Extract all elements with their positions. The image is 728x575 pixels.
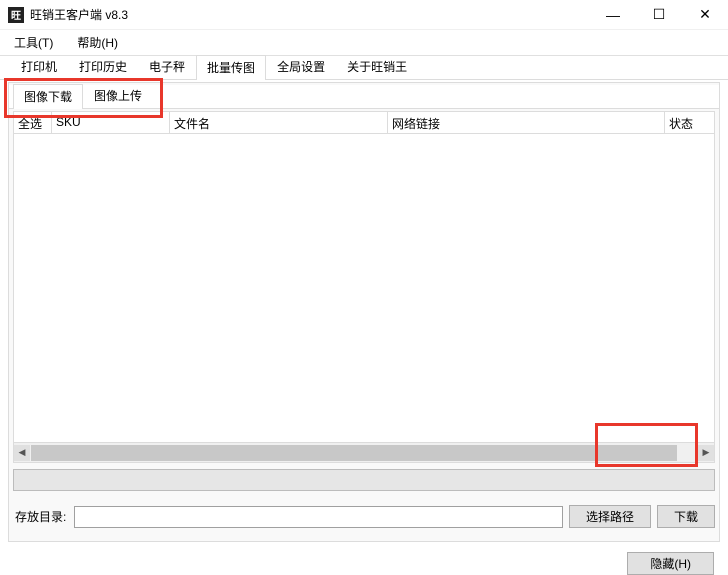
tab-global-settings[interactable]: 全局设置 — [266, 54, 336, 79]
image-table-panel: 全选 SKU 文件名 网络链接 状态 ◀ ▶ — [13, 111, 715, 463]
tab-print-history[interactable]: 打印历史 — [68, 54, 138, 79]
col-status[interactable]: 状态 — [665, 112, 714, 133]
tab-batch-image[interactable]: 批量传图 — [196, 55, 266, 80]
choose-path-button[interactable]: 选择路径 — [569, 505, 651, 528]
save-dir-label: 存放目录: — [13, 508, 68, 525]
scroll-left-icon[interactable]: ◀ — [14, 445, 30, 461]
progress-bar — [13, 469, 715, 491]
horizontal-scrollbar[interactable]: ◀ ▶ — [14, 442, 714, 462]
tab-printer[interactable]: 打印机 — [10, 54, 68, 79]
save-dir-row: 存放目录: 选择路径 下载 — [13, 505, 715, 528]
col-network-link[interactable]: 网络链接 — [388, 112, 665, 133]
sub-tabstrip: 图像下载 图像上传 — [9, 85, 719, 109]
window-title: 旺销王客户端 v8.3 — [30, 6, 128, 23]
menu-tools[interactable]: 工具(T) — [10, 32, 57, 53]
tab-scale[interactable]: 电子秤 — [138, 54, 196, 79]
content-panel: 图像下载 图像上传 全选 SKU 文件名 网络链接 状态 ◀ ▶ 存放目录: 选… — [8, 82, 720, 542]
title-bar: 旺 旺销王客户端 v8.3 — ☐ ✕ — [0, 0, 728, 30]
menu-help[interactable]: 帮助(H) — [73, 32, 122, 53]
col-sku[interactable]: SKU — [52, 112, 170, 133]
col-select-all[interactable]: 全选 — [14, 112, 52, 133]
close-button[interactable]: ✕ — [682, 0, 728, 29]
tab-about[interactable]: 关于旺销王 — [336, 54, 418, 79]
col-file-name[interactable]: 文件名 — [170, 112, 388, 133]
table-header: 全选 SKU 文件名 网络链接 状态 — [14, 112, 714, 134]
scroll-thumb[interactable] — [31, 445, 677, 461]
app-icon: 旺 — [8, 7, 24, 23]
table-body — [14, 134, 714, 442]
subtab-image-upload[interactable]: 图像上传 — [83, 83, 153, 108]
minimize-button[interactable]: — — [590, 0, 636, 29]
subtab-image-download[interactable]: 图像下载 — [13, 84, 83, 109]
scroll-track[interactable] — [31, 445, 697, 461]
scroll-right-icon[interactable]: ▶ — [698, 445, 714, 461]
hide-button[interactable]: 隐藏(H) — [627, 552, 714, 575]
menu-bar: 工具(T) 帮助(H) — [0, 30, 728, 56]
download-button[interactable]: 下载 — [657, 505, 715, 528]
save-dir-input[interactable] — [74, 506, 563, 528]
maximize-button[interactable]: ☐ — [636, 0, 682, 29]
main-tabstrip: 打印机 打印历史 电子秤 批量传图 全局设置 关于旺销王 — [0, 56, 728, 80]
